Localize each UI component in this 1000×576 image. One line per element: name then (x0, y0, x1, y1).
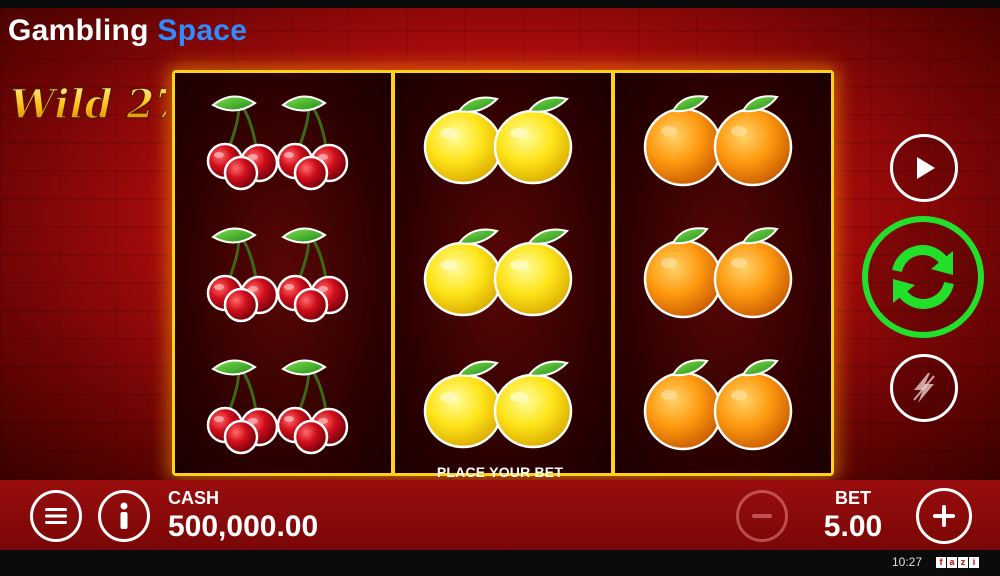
menu-button[interactable] (30, 490, 82, 542)
provider-letter: f (936, 557, 946, 568)
provider-logo: f a z i (936, 557, 979, 568)
site-logo-word2: Space (157, 14, 248, 47)
cash-value: 500,000.00 (168, 510, 319, 543)
minus-icon (752, 514, 772, 518)
control-bar: CASH 500,000.00 BET 5.00 (0, 480, 1000, 550)
reel-1 (175, 73, 391, 473)
spin-arrows-icon (892, 245, 954, 309)
cash-label: CASH (168, 488, 220, 508)
site-logo-word1: Gambling (8, 14, 149, 47)
lemons-symbol (395, 77, 611, 209)
cherries-symbol (175, 341, 391, 473)
info-icon (120, 502, 128, 529)
game-stage: Gambling Space Wild 27 (0, 8, 1000, 480)
lemons-symbol (395, 209, 611, 341)
provider-letter: z (958, 557, 968, 568)
increase-bet-button[interactable] (916, 488, 972, 544)
info-button[interactable] (98, 490, 150, 542)
autoplay-button[interactable] (890, 134, 958, 202)
provider-letter: i (969, 557, 979, 568)
spin-button[interactable] (862, 216, 984, 338)
oranges-symbol (615, 209, 831, 341)
top-bar (0, 0, 1000, 8)
svg-text:Wild 27: Wild 27 (10, 81, 166, 128)
bet-value: 5.00 (823, 510, 883, 543)
cherries-symbol (175, 209, 391, 341)
oranges-symbol (615, 341, 831, 473)
hamburger-icon (45, 508, 67, 524)
reel-2 (391, 73, 611, 473)
bet-label: BET (835, 488, 871, 508)
reel-3 (611, 73, 831, 473)
cherries-symbol (175, 77, 391, 209)
turbo-button[interactable] (890, 354, 958, 422)
decrease-bet-button[interactable] (736, 490, 788, 542)
status-message: PLACE YOUR BET (436, 464, 564, 480)
game-logo: Wild 27 (9, 80, 166, 129)
plus-icon (933, 505, 955, 527)
system-status-bar: 10:27 f a z i (0, 550, 1000, 576)
site-logo: Gambling Space (8, 14, 247, 48)
lightning-icon (913, 373, 935, 403)
reel-frame (172, 70, 834, 476)
lemons-symbol (395, 341, 611, 473)
play-icon (917, 157, 935, 179)
clock: 10:27 (892, 555, 923, 569)
provider-letter: a (947, 557, 957, 568)
oranges-symbol (615, 77, 831, 209)
